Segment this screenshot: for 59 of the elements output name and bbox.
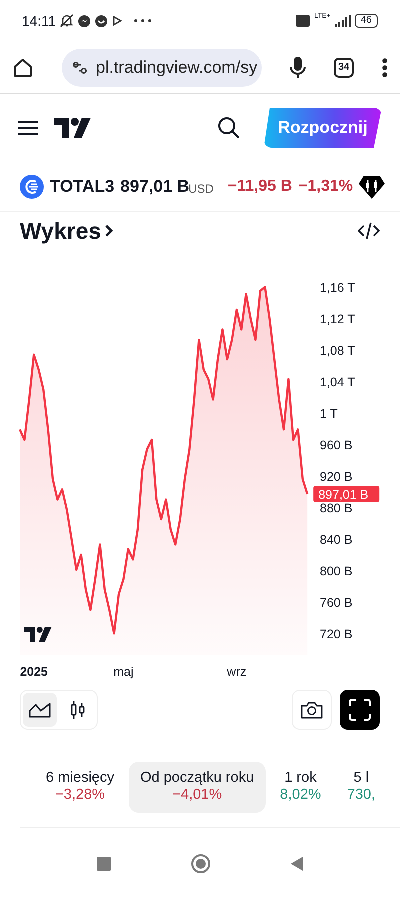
price-value: 897,01 B: [120, 176, 190, 198]
logo-icon[interactable]: [54, 118, 91, 138]
app-icon: [95, 14, 108, 28]
axis-label: 800 B: [320, 564, 353, 579]
period-tab[interactable]: 6 miesięcy −3,28%: [34, 762, 126, 813]
period-tab[interactable]: 5 l 730,: [335, 762, 388, 813]
site-settings-icon[interactable]: [72, 60, 88, 74]
currency-label: USD: [188, 182, 214, 198]
candles-badge-icon[interactable]: [359, 174, 386, 198]
watermark-logo-icon: [24, 627, 52, 642]
axis-label: 1 T: [320, 407, 338, 422]
menu-icon[interactable]: [382, 58, 388, 78]
period-tab[interactable]: Od początku roku −4,01%: [128, 762, 266, 813]
axis-label: 1,16 T: [320, 281, 356, 296]
status-time: 14:11: [22, 12, 56, 30]
symbol-name: TOTAL3: [50, 176, 115, 198]
home-icon[interactable]: [12, 56, 34, 78]
axis-label: 920 B: [320, 470, 353, 484]
chevron-icon[interactable]: [105, 224, 114, 238]
price-tag: 897,01 B: [314, 486, 380, 502]
battery-level: 46: [354, 14, 378, 28]
axis-label: 1,04 T: [320, 376, 356, 390]
axis-label: maj: [114, 665, 134, 679]
section-title[interactable]: Wykres: [20, 214, 102, 248]
search-icon[interactable]: [218, 117, 240, 139]
price-change: −11,95 B: [228, 176, 292, 196]
menu-icon[interactable]: [18, 121, 38, 135]
fullscreen-icon: [349, 699, 371, 721]
play-icon: [112, 16, 122, 26]
axis-label: 760 B: [320, 596, 353, 610]
axis-label: 840 B: [320, 533, 353, 548]
address-bar[interactable]: pl.tradingview.com/sy: [62, 48, 262, 86]
coin-icon: [20, 174, 44, 198]
home-button-icon[interactable]: [191, 854, 211, 874]
start-button[interactable]: Rozpocznij: [264, 108, 382, 148]
chart-style-button[interactable]: [23, 693, 57, 727]
back-icon[interactable]: [291, 857, 303, 871]
camera-icon: [301, 701, 323, 719]
axis-label: 2025: [20, 665, 48, 679]
messenger-icon: [78, 14, 91, 28]
axis-label: 720 B: [320, 628, 353, 642]
signal-icon: [334, 15, 351, 27]
area-chart-icon: [29, 702, 51, 718]
more-icon: [134, 19, 152, 23]
url-text: pl.tradingview.com/sy: [96, 56, 258, 79]
tab-count[interactable]: 34: [334, 58, 354, 78]
axis-label: 880 B: [320, 502, 353, 516]
camera-button[interactable]: [292, 690, 332, 730]
muted-bell-icon: [60, 14, 74, 28]
candles-icon: [70, 700, 86, 720]
axis-label: 960 B: [320, 438, 353, 453]
fullscreen-button[interactable]: [340, 690, 380, 730]
percent-change: −1,31%: [298, 176, 354, 196]
axis-label: 1,12 T: [320, 312, 356, 327]
axis-label: 1,08 T: [320, 344, 356, 358]
embed-code-icon[interactable]: [358, 222, 380, 240]
period-tab[interactable]: 1 rok 8,02%: [268, 762, 334, 813]
microphone-icon[interactable]: [290, 56, 306, 80]
axis-label: wrz: [227, 665, 247, 679]
